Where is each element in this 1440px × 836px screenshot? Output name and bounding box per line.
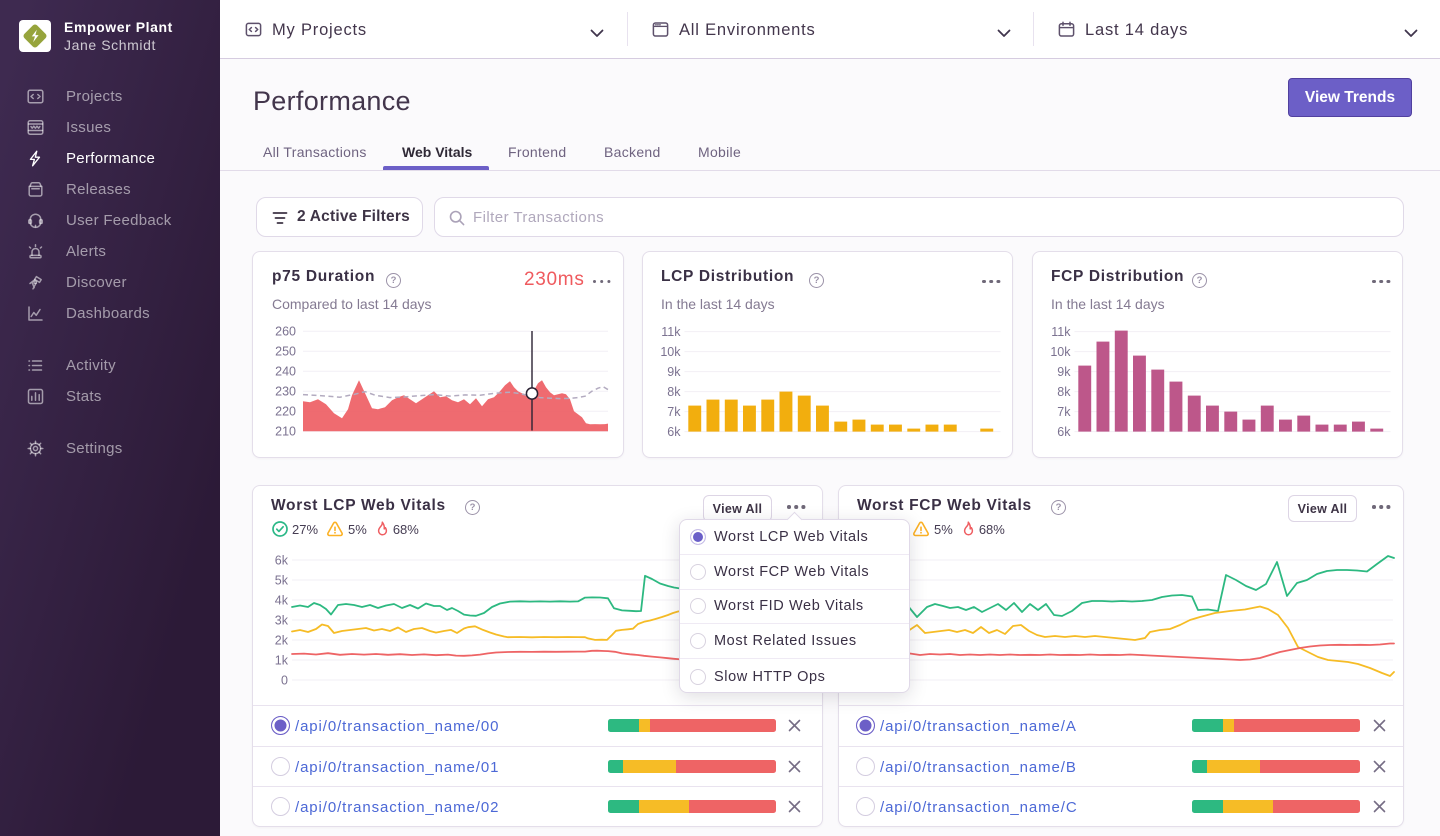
svg-text:6k: 6k xyxy=(275,554,289,568)
svg-text:230: 230 xyxy=(275,385,296,399)
svg-text:8k: 8k xyxy=(667,385,681,399)
svg-text:0: 0 xyxy=(281,674,288,688)
svg-text:2k: 2k xyxy=(275,634,289,648)
svg-text:260: 260 xyxy=(275,325,296,339)
svg-text:7k: 7k xyxy=(667,405,681,419)
svg-text:8k: 8k xyxy=(1057,385,1071,399)
svg-text:6k: 6k xyxy=(1057,425,1071,439)
svg-text:210: 210 xyxy=(275,425,296,439)
svg-text:3k: 3k xyxy=(275,614,289,628)
svg-text:1k: 1k xyxy=(275,654,289,668)
svg-text:9k: 9k xyxy=(1057,365,1071,379)
svg-text:5k: 5k xyxy=(275,574,289,588)
svg-text:220: 220 xyxy=(275,405,296,419)
svg-text:10k: 10k xyxy=(660,345,681,359)
svg-text:4k: 4k xyxy=(275,594,289,608)
svg-text:11k: 11k xyxy=(1051,325,1071,339)
svg-text:7k: 7k xyxy=(1057,405,1071,419)
svg-text:6k: 6k xyxy=(667,425,681,439)
svg-text:10k: 10k xyxy=(1050,345,1071,359)
svg-text:240: 240 xyxy=(275,365,296,379)
svg-text:11k: 11k xyxy=(661,325,681,339)
svg-text:250: 250 xyxy=(275,345,296,359)
svg-text:9k: 9k xyxy=(667,365,681,379)
